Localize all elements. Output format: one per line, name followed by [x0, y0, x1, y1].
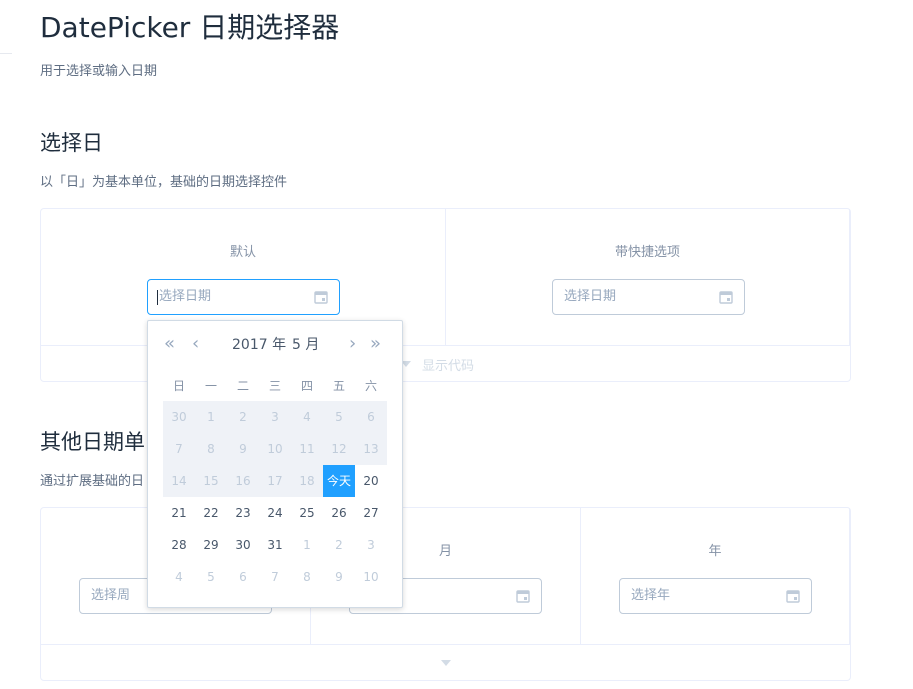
day-cell[interactable]: 23 — [227, 497, 259, 529]
calendar-icon — [786, 590, 800, 603]
prev-year-button[interactable]: « — [164, 333, 175, 355]
day-cell[interactable]: 28 — [163, 529, 195, 561]
demo-column-shortcuts: 带快捷选项 选择日期 — [446, 209, 850, 346]
show-code-toggle[interactable] — [41, 644, 850, 680]
page-description: 用于选择或输入日期 — [40, 64, 158, 79]
demo-label-default: 默认 — [229, 245, 256, 260]
day-cell[interactable]: 25 — [291, 497, 323, 529]
sidebar-edge — [0, 53, 12, 54]
day-cell[interactable]: 4 — [291, 401, 323, 433]
day-cell[interactable]: 13 — [355, 433, 387, 465]
date-input-placeholder: 选择周 — [91, 588, 131, 603]
day-cell[interactable]: 31 — [259, 529, 291, 561]
demo-label-year: 年 — [708, 544, 722, 559]
day-cell[interactable]: 20 — [355, 465, 387, 497]
day-cell[interactable]: 12 — [323, 433, 355, 465]
day-cell[interactable]: 1 — [195, 401, 227, 433]
day-cell[interactable]: 24 — [259, 497, 291, 529]
day-cell-today[interactable]: 今天 — [323, 465, 355, 497]
day-cell[interactable]: 2 — [227, 401, 259, 433]
day-cell[interactable]: 27 — [355, 497, 387, 529]
text-caret — [157, 290, 158, 305]
next-month-button[interactable]: › — [349, 333, 356, 355]
weekday-label: 二 — [236, 379, 249, 393]
day-cell[interactable]: 8 — [291, 561, 323, 593]
day-cell[interactable]: 30 — [163, 401, 195, 433]
weekday-label: 六 — [364, 379, 377, 393]
day-cell[interactable]: 30 — [227, 529, 259, 561]
caret-down-icon — [441, 660, 451, 666]
date-input-default[interactable]: 选择日期 — [147, 279, 340, 315]
day-cell[interactable]: 10 — [259, 433, 291, 465]
day-cell[interactable]: 4 — [163, 561, 195, 593]
calendar-icon — [516, 590, 530, 603]
section-desc-other-units: 通过扩展基础的日 — [40, 474, 145, 489]
day-cell[interactable]: 22 — [195, 497, 227, 529]
section-title-other-units: 其他日期单 — [40, 430, 145, 454]
day-cell[interactable]: 29 — [195, 529, 227, 561]
picker-year-label[interactable]: 2017 年 — [232, 336, 286, 354]
prev-month-button[interactable]: ‹ — [192, 333, 199, 355]
day-cell[interactable]: 9 — [227, 433, 259, 465]
day-cell[interactable]: 11 — [291, 433, 323, 465]
date-input-year[interactable]: 选择年 — [619, 578, 812, 614]
section-desc-select-day: 以「日」为基本单位，基础的日期选择控件 — [40, 175, 288, 190]
show-code-label: 显示代码 — [422, 359, 475, 374]
calendar-icon — [719, 291, 733, 304]
weekday-header: 日一二三四五六 — [163, 377, 388, 395]
day-cell[interactable]: 21 — [163, 497, 195, 529]
day-cell[interactable]: 1 — [291, 529, 323, 561]
date-input-shortcuts[interactable]: 选择日期 — [552, 279, 745, 315]
date-picker-panel: « ‹ 2017 年 5 月 › » 日一二三四五六 30 1 2 3 4 5 6 7 8 9 10… — [147, 320, 403, 608]
day-cell[interactable]: 26 — [323, 497, 355, 529]
day-cell[interactable]: 18 — [291, 465, 323, 497]
picker-month-label[interactable]: 5 月 — [292, 336, 319, 354]
weekday-label: 四 — [300, 379, 313, 393]
day-cell[interactable]: 15 — [195, 465, 227, 497]
demo-label-shortcuts: 带快捷选项 — [614, 245, 680, 260]
day-cell[interactable]: 5 — [323, 401, 355, 433]
section-title-select-day: 选择日 — [40, 131, 103, 155]
date-input-placeholder: 选择日期 — [159, 289, 212, 304]
next-year-button[interactable]: » — [370, 333, 381, 355]
demo-column-year: 年 选择年 — [581, 508, 850, 645]
page-title: DatePicker 日期选择器 — [40, 11, 340, 44]
date-input-placeholder: 选择日期 — [564, 289, 617, 304]
day-cell[interactable]: 6 — [355, 401, 387, 433]
weekday-label: 五 — [332, 379, 345, 393]
day-cell[interactable]: 9 — [323, 561, 355, 593]
day-cell[interactable]: 16 — [227, 465, 259, 497]
day-cell[interactable]: 7 — [163, 433, 195, 465]
day-cell[interactable]: 10 — [355, 561, 387, 593]
weekday-label: 日 — [172, 379, 185, 393]
weekday-label: 一 — [204, 379, 217, 393]
day-cell[interactable]: 3 — [355, 529, 387, 561]
calendar-icon — [314, 291, 328, 304]
day-cell[interactable]: 7 — [259, 561, 291, 593]
day-cell[interactable]: 6 — [227, 561, 259, 593]
day-cell[interactable]: 8 — [195, 433, 227, 465]
picker-header: « ‹ 2017 年 5 月 › » — [148, 333, 402, 355]
date-input-placeholder: 选择年 — [631, 588, 671, 603]
day-cell[interactable]: 14 — [163, 465, 195, 497]
day-cell[interactable]: 17 — [259, 465, 291, 497]
day-cell[interactable]: 3 — [259, 401, 291, 433]
day-cell[interactable]: 2 — [323, 529, 355, 561]
day-cell[interactable]: 5 — [195, 561, 227, 593]
weekday-label: 三 — [268, 379, 281, 393]
